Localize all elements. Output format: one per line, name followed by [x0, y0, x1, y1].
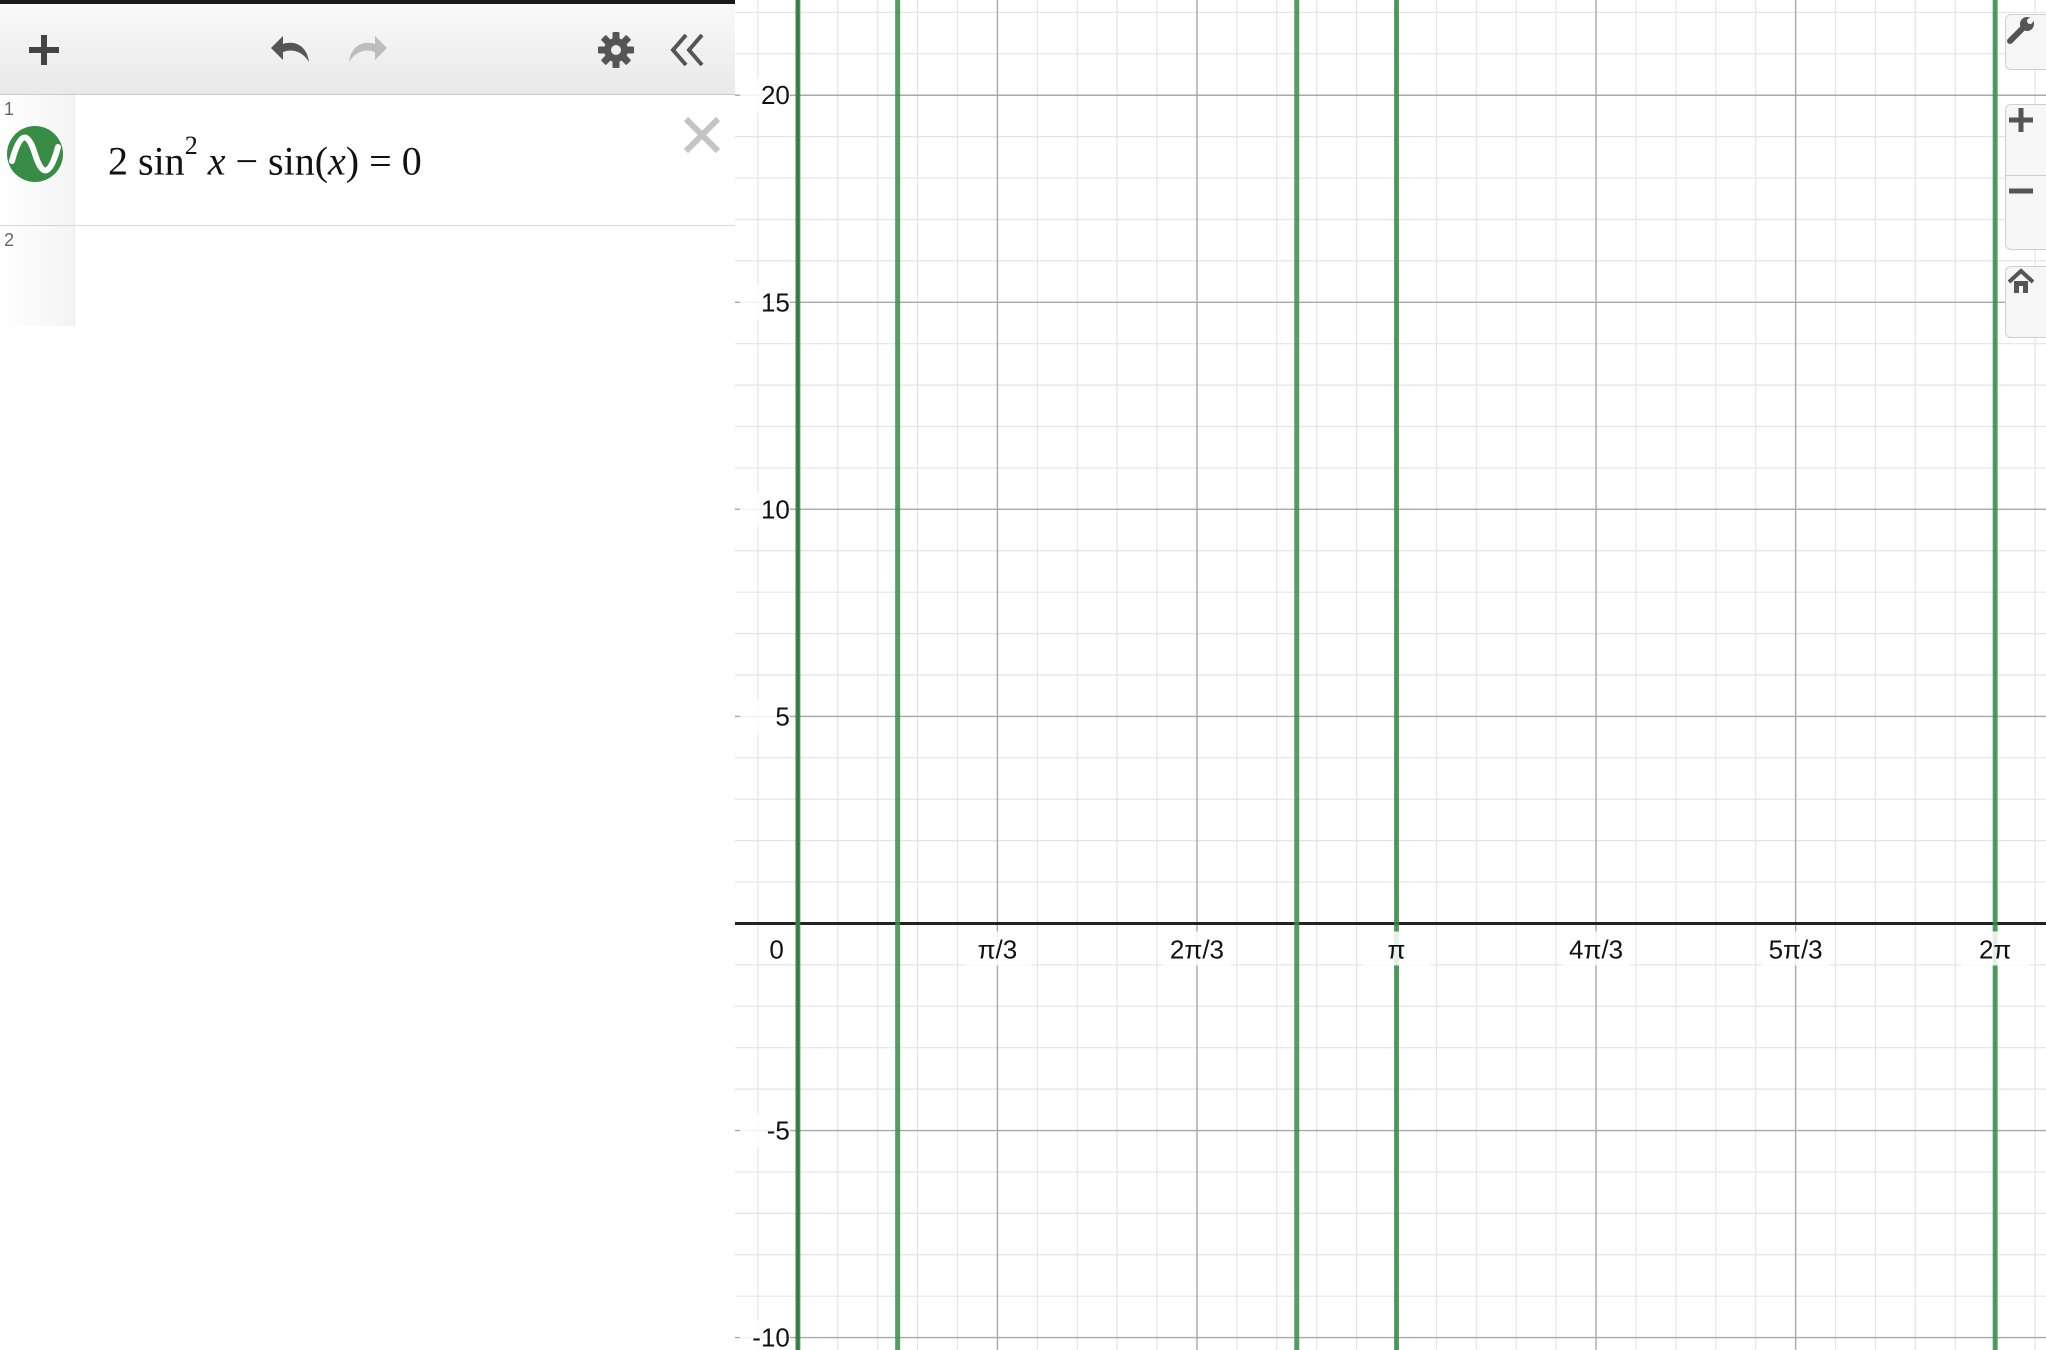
expression-row[interactable]: 1 2 sin2 x − sin(x) = 0: [0, 95, 735, 226]
close-icon[interactable]: [678, 111, 726, 159]
y-tick-label: 20: [761, 80, 790, 110]
math-exponent: 2: [184, 131, 198, 160]
graph-style-icon[interactable]: [6, 125, 64, 183]
math-function-sin: sin: [268, 138, 315, 184]
y-tick-label: -10: [752, 1323, 790, 1350]
math-coefficient: 2: [108, 138, 128, 184]
x-tick-label: π: [1388, 934, 1406, 964]
default-zoom-button[interactable]: [2005, 266, 2046, 338]
row-index: 1: [4, 99, 15, 119]
undo-button[interactable]: [268, 26, 316, 74]
row-gutter: 2: [0, 226, 75, 326]
y-tick-label: 10: [761, 494, 790, 524]
settings-button[interactable]: [592, 26, 640, 74]
math-rhs: 0: [401, 138, 422, 184]
math-function-sin: sin: [138, 138, 185, 184]
graph-settings-button[interactable]: [2005, 14, 2046, 70]
expression-toolbar: [0, 4, 735, 95]
row-gutter: 1: [0, 95, 75, 225]
x-tick-label: π/3: [978, 934, 1018, 964]
home-icon: [2007, 268, 2035, 293]
expression-panel: 1 2 sin2 x − sin(x) = 0 2: [0, 4, 736, 1350]
math-equals: =: [369, 138, 392, 184]
zoom-in-button[interactable]: [2005, 104, 2046, 176]
plus-icon: [29, 35, 59, 65]
redo-button[interactable]: [342, 26, 390, 74]
y-tick-label: -5: [767, 1116, 790, 1146]
math-variable: x: [328, 138, 346, 184]
math-operator-minus: −: [235, 138, 259, 184]
graph-plot[interactable]: π/3 2π/3 π 4π/3 5π/3 2π 0 20 15 10 5 -5 -10: [735, 0, 2046, 1350]
add-item-button[interactable]: [20, 26, 68, 74]
redo-icon: [349, 36, 387, 62]
wrench-icon: [2007, 17, 2034, 44]
expression-row-empty[interactable]: 2: [0, 226, 735, 326]
graph-canvas[interactable]: π/3 2π/3 π 4π/3 5π/3 2π 0 20 15 10 5 -5 -10: [735, 0, 2046, 1350]
x-tick-label: 2π/3: [1170, 934, 1224, 964]
plus-icon: [2009, 108, 2033, 132]
origin-label: 0: [769, 934, 783, 964]
collapse-panel-button[interactable]: [664, 26, 712, 74]
zoom-out-button[interactable]: [2005, 176, 2046, 250]
math-paren-right: ): [345, 138, 360, 184]
x-tick-label: 5π/3: [1769, 934, 1823, 964]
y-tick-label: 15: [761, 287, 790, 317]
double-chevron-left-icon: [670, 33, 704, 67]
x-tick-label: 2π: [1979, 934, 2011, 964]
row-index: 2: [4, 230, 15, 250]
math-paren-left: (: [314, 138, 329, 184]
math-variable: x: [207, 138, 226, 184]
y-tick-label: 5: [775, 701, 789, 731]
undo-icon: [271, 36, 309, 62]
gear-icon: [598, 32, 634, 68]
x-tick-label: 4π/3: [1569, 934, 1623, 964]
minus-icon: [2009, 188, 2033, 194]
expression-math[interactable]: 2 sin2 x − sin(x) = 0: [108, 131, 422, 184]
